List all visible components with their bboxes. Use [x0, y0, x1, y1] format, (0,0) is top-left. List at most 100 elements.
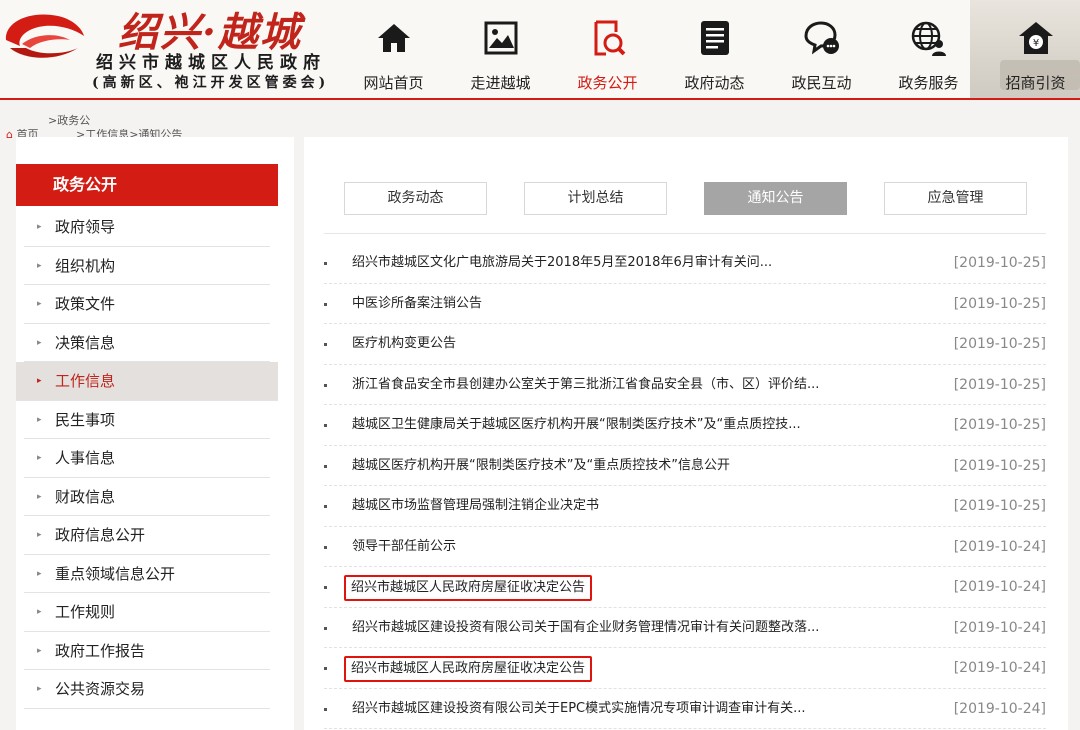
category-tabs: 政务动态 计划总结 通知公告 应急管理: [344, 182, 1044, 216]
arrow-right-icon: ▸: [37, 491, 42, 502]
tab-emergency[interactable]: 应急管理: [884, 182, 1027, 215]
sidebar-item[interactable]: ▸ 民生事项: [24, 401, 270, 439]
sidebar-item-label: 政策文件: [55, 295, 116, 313]
document-search-icon: [594, 20, 625, 56]
sidebar-item-label: 重点领域信息公开: [55, 564, 176, 583]
sidebar-item[interactable]: ▸ 组织机构: [24, 247, 270, 285]
nav-news[interactable]: 政府动态: [661, 0, 768, 98]
notice-date: [2019-10-24]: [953, 579, 1046, 595]
notice-title[interactable]: 领导干部任前公示: [352, 527, 456, 567]
notice-title[interactable]: 浙江省食品安全市县创建办公室关于第三批浙江省食品安全县（市、区）评价结...: [352, 365, 819, 405]
tab-plans[interactable]: 计划总结: [524, 182, 667, 215]
nav-interaction[interactable]: 政民互动: [768, 0, 875, 98]
notice-date: [2019-10-25]: [953, 417, 1046, 433]
bullet-icon: [324, 424, 327, 427]
sidebar-item[interactable]: ▸ 重点领域信息公开: [24, 555, 270, 593]
site-logo[interactable]: 绍兴·越城 绍兴市越城区人民政府 (高新区、袍江开发区管委会): [0, 0, 340, 98]
bullet-icon: [324, 383, 327, 387]
notice-list: 绍兴市越城区文化广电旅游局关于2018年5月至2018年6月审计有关问... [2…: [324, 243, 1046, 729]
sidebar-item-label: 组织机构: [55, 256, 116, 275]
list-item[interactable]: 越城区医疗机构开展“限制类医疗技术”及“重点质控技术”信息公开 [2019-10-…: [324, 446, 1046, 486]
nav-label: 政府动态: [684, 74, 745, 92]
list-item[interactable]: 越城区市场监督管理局强制注销企业决定书 [2019-10-25]: [324, 486, 1046, 527]
notice-title[interactable]: 医疗机构变更公告: [352, 324, 456, 364]
bullet-icon: [324, 262, 327, 265]
tab-notices[interactable]: 通知公告: [704, 182, 847, 215]
bullet-icon: [324, 707, 327, 711]
sidebar-item[interactable]: ▸ 决策信息: [24, 324, 270, 362]
notice-title[interactable]: 越城区市场监督管理局强制注销企业决定书: [352, 486, 599, 526]
bullet-icon: [324, 464, 327, 468]
list-item[interactable]: 浙江省食品安全市县创建办公室关于第三批浙江省食品安全县（市、区）评价结... [2…: [324, 365, 1046, 405]
sidebar: 政务公开 ▸ 政府领导 ▸ 组织机构 ▸ 政策文件 ▸ 决策信息 ▸ 工作信息 ▸ 民生事项…: [16, 137, 294, 730]
list-item[interactable]: 绍兴市越城区文化广电旅游局关于2018年5月至2018年6月审计有关问... [2…: [324, 243, 1046, 284]
notice-title[interactable]: 绍兴市越城区文化广电旅游局关于2018年5月至2018年6月审计有关问...: [352, 243, 772, 283]
sidebar-item-label: 工作规则: [55, 603, 116, 621]
nav-about[interactable]: 走进越城: [447, 0, 554, 98]
notice-date: [2019-10-24]: [953, 700, 1046, 717]
bullet-icon: [324, 302, 327, 306]
list-item[interactable]: 中医诊所备案注销公告 [2019-10-25]: [324, 284, 1046, 324]
sidebar-heading[interactable]: 政务公开: [16, 164, 278, 206]
list-item[interactable]: 绍兴市越城区建设投资有限公司关于国有企业财务管理情况审计有关问题整改落... [2…: [324, 608, 1046, 648]
bullet-icon: [324, 343, 327, 346]
nav-label: 政务服务: [898, 74, 959, 92]
list-item[interactable]: 医疗机构变更公告 [2019-10-25]: [324, 324, 1046, 365]
notice-date: [2019-10-25]: [953, 457, 1046, 474]
notice-title[interactable]: 越城区医疗机构开展“限制类医疗技术”及“重点质控技术”信息公开: [352, 446, 730, 486]
main-content: 政务动态 计划总结 通知公告 应急管理 绍兴市越城区文化广电旅游局关于2018年…: [304, 137, 1068, 730]
sidebar-item-label: 工作信息: [55, 372, 116, 390]
notice-title[interactable]: 绍兴市越城区建设投资有限公司关于国有企业财务管理情况审计有关问题整改落...: [352, 608, 819, 648]
list-item[interactable]: 越城区卫生健康局关于越城区医疗机构开展“限制类医疗技术”及“重点质控技... [2…: [324, 405, 1046, 446]
picture-icon: [484, 21, 517, 55]
main-nav: 网站首页 走进越城 政务公开 政府动态 政民互动 政务服务 ¥ 招商引资: [340, 0, 1080, 98]
notice-title[interactable]: 绍兴市越城区建设投资有限公司关于EPC模式实施情况专项审计调查审计有关...: [352, 689, 806, 729]
sidebar-item[interactable]: ▸ 政策文件: [24, 285, 270, 324]
nav-gov-affairs[interactable]: 政务公开: [554, 0, 661, 98]
tab-gov-news[interactable]: 政务动态: [344, 182, 487, 215]
sidebar-item[interactable]: ▸ 人事信息: [24, 439, 270, 478]
list-item[interactable]: 绍兴市越城区建设投资有限公司关于EPC模式实施情况专项审计调查审计有关... [2…: [324, 689, 1046, 729]
notice-title[interactable]: 绍兴市越城区人民政府房屋征收决定公告: [344, 575, 593, 601]
sidebar-item[interactable]: ▸ 政府信息公开: [24, 516, 270, 555]
bullet-icon: [324, 586, 327, 589]
bullet-icon: [324, 626, 327, 630]
sidebar-item-label: 政府领导: [55, 218, 116, 236]
sidebar-item-label: 公共资源交易: [55, 680, 146, 698]
sidebar-item-label: 人事信息: [55, 449, 116, 467]
svg-text:¥: ¥: [1032, 38, 1038, 49]
bullet-icon: [324, 667, 327, 670]
arrow-right-icon: ▸: [37, 414, 42, 425]
money-house-icon: ¥: [1018, 22, 1053, 54]
chat-icon: [803, 21, 839, 55]
sidebar-item[interactable]: ▸ 政府工作报告: [24, 632, 270, 670]
notice-date: [2019-10-25]: [953, 255, 1046, 271]
bullet-icon: [324, 505, 327, 508]
list-item-highlighted[interactable]: 绍兴市越城区人民政府房屋征收决定公告 [2019-10-24]: [324, 648, 1046, 689]
notice-title[interactable]: 绍兴市越城区人民政府房屋征收决定公告: [344, 656, 593, 682]
arrow-right-icon: ▸: [37, 568, 42, 579]
breadcrumb-line-1[interactable]: >政务公: [48, 112, 90, 128]
home-icon: [377, 24, 410, 52]
arrow-right-icon: ▸: [37, 376, 42, 386]
sidebar-item-active[interactable]: ▸ 工作信息: [16, 362, 278, 401]
notice-date: [2019-10-24]: [953, 538, 1046, 555]
sidebar-item[interactable]: ▸ 政府领导: [24, 208, 270, 247]
nav-home[interactable]: 网站首页: [340, 0, 447, 98]
sidebar-item[interactable]: ▸ 工作规则: [24, 593, 270, 632]
site-subtitle-2: (高新区、袍江开发区管委会): [92, 75, 330, 91]
list-item-highlighted[interactable]: 绍兴市越城区人民政府房屋征收决定公告 [2019-10-24]: [324, 567, 1046, 608]
sidebar-item[interactable]: ▸ 公共资源交易: [24, 670, 270, 709]
divider: [324, 233, 1046, 234]
sidebar-item-label: 政府信息公开: [55, 526, 146, 544]
nav-investment[interactable]: ¥ 招商引资: [982, 0, 1080, 98]
newspaper-icon: [700, 21, 729, 55]
nav-services[interactable]: 政务服务: [875, 0, 982, 98]
notice-date: [2019-10-24]: [953, 619, 1046, 636]
sidebar-item-label: 政府工作报告: [55, 641, 146, 660]
notice-title[interactable]: 中医诊所备案注销公告: [352, 284, 482, 324]
notice-title[interactable]: 越城区卫生健康局关于越城区医疗机构开展“限制类医疗技术”及“重点质控技...: [352, 405, 801, 445]
sidebar-item[interactable]: ▸ 财政信息: [24, 478, 270, 516]
list-item[interactable]: 领导干部任前公示 [2019-10-24]: [324, 527, 1046, 567]
arrow-right-icon: ▸: [37, 299, 42, 309]
